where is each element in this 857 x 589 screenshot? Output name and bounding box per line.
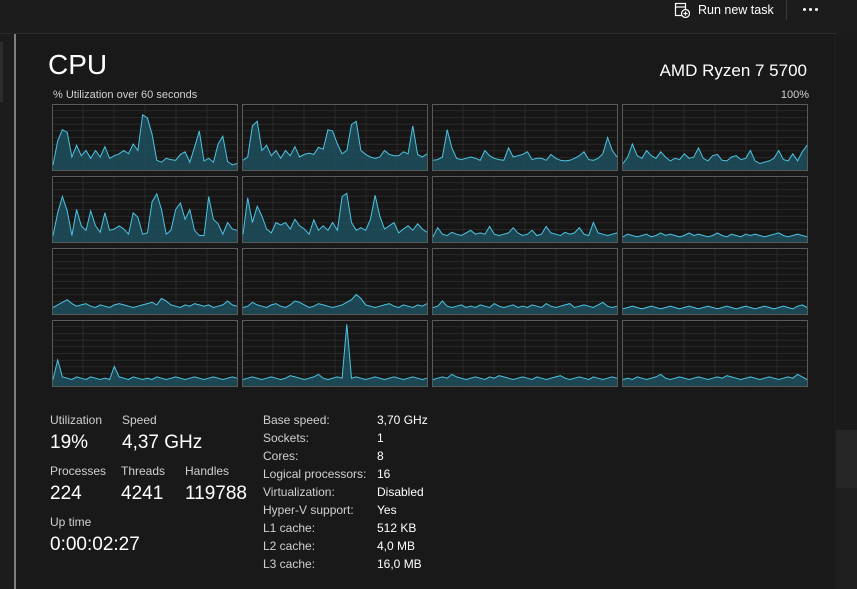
cpu-graph-13 xyxy=(52,320,238,387)
cpu-graph-12 xyxy=(622,248,808,315)
cpu-graph-4 xyxy=(622,104,808,171)
processes-label: Processes xyxy=(50,464,107,478)
page-title: CPU xyxy=(48,49,108,80)
more-options-icon[interactable] xyxy=(800,2,820,16)
spec-value-base-speed: 3,70 GHz xyxy=(377,413,428,427)
utilization-value: 19% xyxy=(50,432,89,453)
toolbar-divider xyxy=(786,0,787,20)
run-new-task-button[interactable]: Run new task xyxy=(674,0,774,20)
spec-key-l3-cache: L3 cache: xyxy=(263,557,316,571)
spec-value-l2-cache: 4,0 MB xyxy=(377,539,416,553)
cpu-graph-16 xyxy=(622,320,808,387)
cpu-graph-5 xyxy=(52,176,238,243)
utilization-label: Utilization xyxy=(50,413,103,427)
spec-value-logical-processors: 16 xyxy=(377,467,391,481)
cpu-graph-3 xyxy=(432,104,618,171)
cpu-graph-10 xyxy=(242,248,428,315)
cpu-graph-9 xyxy=(52,248,238,315)
graph-caption: % Utilization over 60 seconds xyxy=(53,89,198,101)
cpu-graph-14 xyxy=(242,320,428,387)
cpu-graph-7 xyxy=(432,176,618,243)
cpu-graph-2 xyxy=(242,104,428,171)
nav-pane-edge xyxy=(0,42,3,102)
spec-key-cores: Cores: xyxy=(263,449,299,463)
handles-value: 119788 xyxy=(185,483,247,504)
processes-value: 224 xyxy=(50,483,82,504)
run-new-task-label: Run new task xyxy=(698,3,774,17)
spec-key-sockets: Sockets: xyxy=(263,431,310,445)
cpu-graph-1 xyxy=(52,104,238,171)
spec-value-l1-cache: 512 KB xyxy=(377,521,417,535)
spec-value-l3-cache: 16,0 MB xyxy=(377,557,422,571)
cpu-graph-11 xyxy=(432,248,618,315)
spec-key-hyperv-support: Hyper-V support: xyxy=(263,503,354,517)
handles-label: Handles xyxy=(185,464,230,478)
spec-key-base-speed: Base speed: xyxy=(263,413,330,427)
uptime-label: Up time xyxy=(50,515,92,529)
spec-key-l2-cache: L2 cache: xyxy=(263,539,316,553)
spec-key-logical-processors: Logical processors: xyxy=(263,467,367,481)
cpu-graph-15 xyxy=(432,320,618,387)
spec-value-sockets: 1 xyxy=(377,431,384,445)
threads-label: Threads xyxy=(121,464,166,478)
spec-key-l1-cache: L1 cache: xyxy=(263,521,316,535)
speed-label: Speed xyxy=(122,413,157,427)
cpu-graph-8 xyxy=(622,176,808,243)
spec-value-cores: 8 xyxy=(377,449,384,463)
run-task-icon xyxy=(674,2,690,18)
command-bar: Run new task xyxy=(0,0,857,34)
graph-max-label: 100% xyxy=(780,89,809,101)
logical-processor-graphs xyxy=(52,104,809,387)
uptime-value: 0:00:02:27 xyxy=(50,534,140,555)
speed-value: 4,37 GHz xyxy=(122,432,203,453)
spec-key-virtualization: Virtualization: xyxy=(263,485,335,499)
cpu-model-name: AMD Ryzen 7 5700 xyxy=(659,61,807,80)
spec-value-virtualization: Disabled xyxy=(377,485,424,499)
cpu-graph-6 xyxy=(242,176,428,243)
side-panel-edge xyxy=(836,33,857,589)
threads-value: 4241 xyxy=(121,483,164,504)
spec-value-hyperv-support: Yes xyxy=(377,503,397,517)
